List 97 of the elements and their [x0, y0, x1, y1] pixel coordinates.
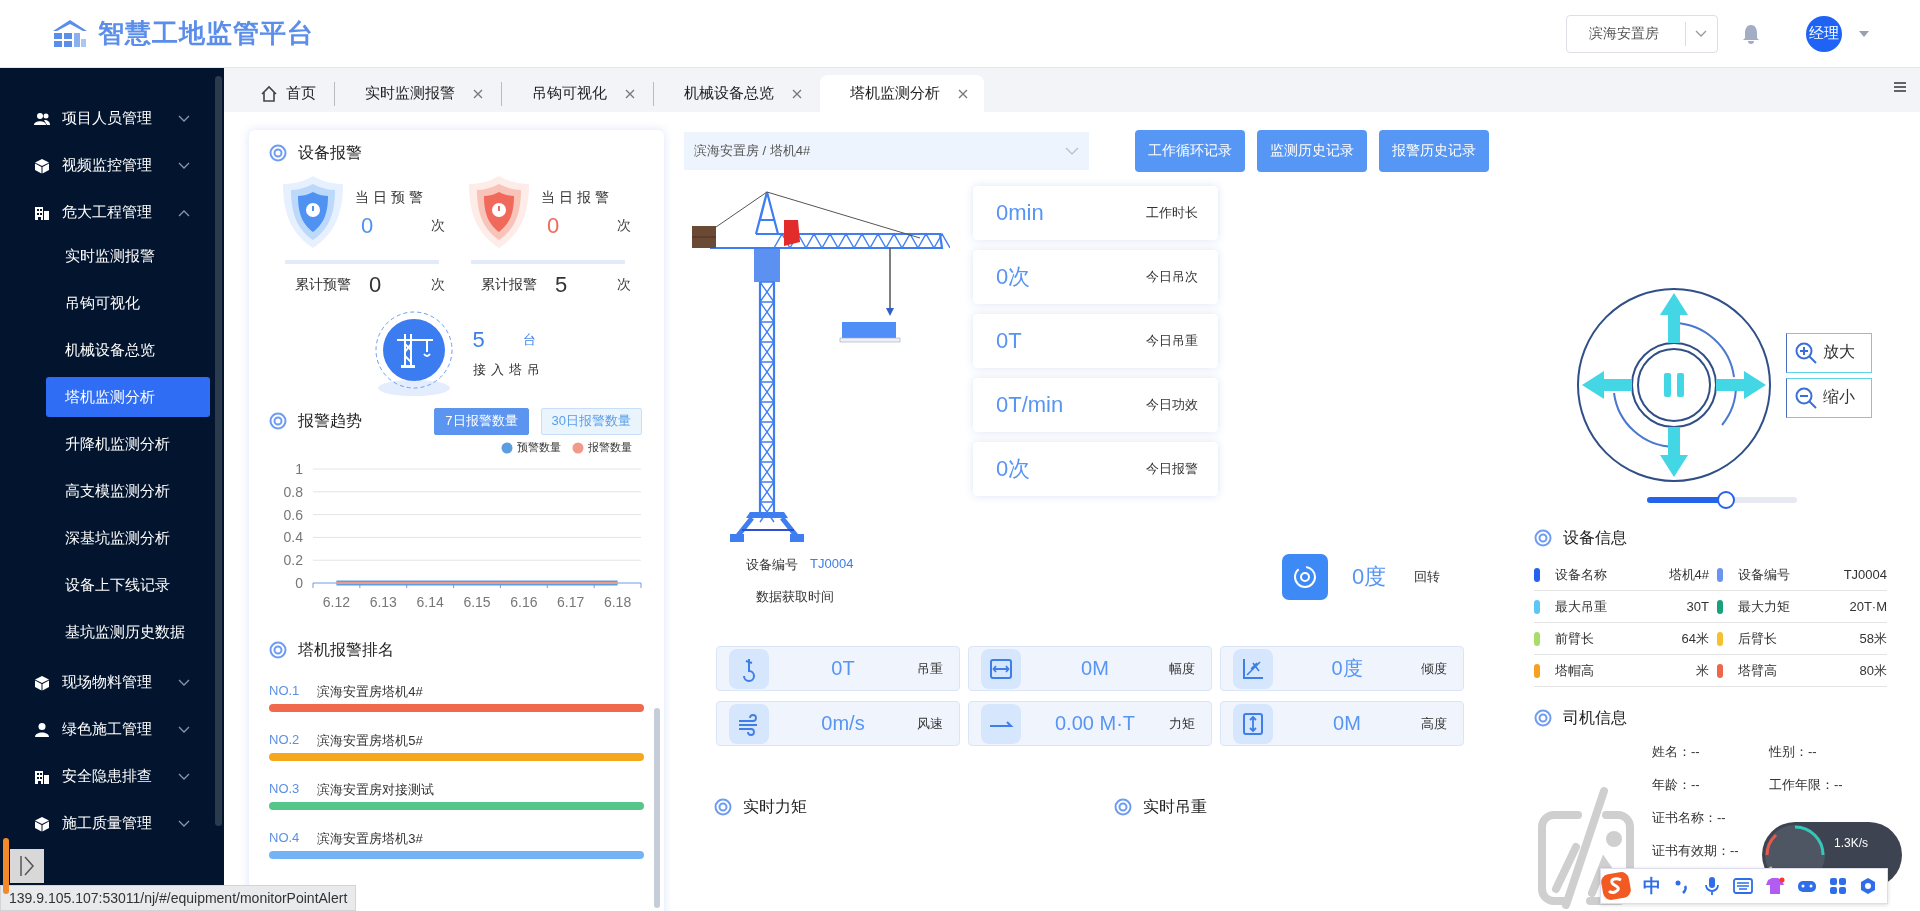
axis-tick-label: 6.18	[603, 594, 632, 610]
rank-number: NO.2	[269, 732, 300, 749]
metric-label: 幅度	[1169, 659, 1195, 678]
axis-tick-label: 6.12	[322, 594, 351, 610]
info-label: 塔臂高	[1738, 661, 1778, 680]
section-title: 实时吊重	[1143, 796, 1207, 817]
alarm-count: 0	[361, 213, 374, 239]
section-title: 实时力矩	[743, 796, 807, 817]
unit-label: 次	[431, 217, 445, 235]
info-value: 80米	[1859, 661, 1887, 680]
driver-field: 工作年限：--	[1769, 776, 1899, 794]
total-label: 累计报警	[481, 276, 538, 294]
info-label: 设备名称	[1555, 565, 1608, 584]
metric-label: 风速	[917, 714, 943, 733]
info-label: 设备编号	[1738, 565, 1791, 584]
legend-label: 报警数量	[588, 440, 632, 455]
info-value: 米	[1696, 661, 1709, 680]
stat-label: 今日功效	[1146, 396, 1198, 414]
info-label: 最大力矩	[1738, 597, 1791, 616]
axis-tick-label: 6.15	[463, 594, 491, 610]
crane-count: 5	[472, 327, 485, 353]
section-title: 报警趋势	[298, 410, 362, 431]
stat-value: 0T	[996, 328, 1022, 354]
alarm-count: 0	[547, 213, 560, 239]
device-code: TJ0004	[810, 556, 854, 573]
status-url: 139.9.105.107:53011/nj/#/equipment/monitorPointAlert	[0, 885, 357, 911]
info-value: 塔机4#	[1668, 565, 1709, 584]
info-value: 20T·M	[1849, 599, 1887, 614]
alarm-label: 当日预警	[355, 189, 428, 207]
driver-field: 性别：--	[1769, 743, 1899, 761]
device-code-label: 设备编号	[746, 556, 798, 574]
metric-value: 0.00 M·T	[1054, 712, 1136, 735]
crane-count-label: 接入塔吊	[472, 361, 545, 379]
unit-label: 次	[431, 276, 445, 294]
unit-label: 次	[617, 276, 631, 294]
stat-label: 今日报警	[1146, 460, 1198, 478]
alarm-label: 当日报警	[541, 189, 614, 207]
metric-value: 0m/s	[820, 712, 866, 735]
driver-field: 年龄：--	[1652, 776, 1769, 794]
metric-label: 吊重	[917, 659, 943, 678]
section-title: 司机信息	[1563, 707, 1627, 728]
stat-value: 0T/min	[996, 392, 1064, 418]
stat-label: 今日吊次	[1146, 268, 1198, 286]
metric-value: 0度	[1330, 656, 1364, 681]
axis-tick-label: 1	[295, 461, 303, 477]
rank-number: NO.4	[269, 830, 300, 847]
rank-number: NO.1	[269, 683, 300, 700]
metric-label: 力矩	[1169, 714, 1195, 733]
rank-name: 滨海安置房塔机4#	[317, 683, 423, 701]
info-label: 塔帽高	[1555, 661, 1595, 680]
total-count: 5	[554, 272, 569, 298]
rank-name: 滨海安置房塔机5#	[317, 732, 423, 750]
metric-value: 0M	[1332, 712, 1362, 735]
axis-tick-label: 0.6	[283, 506, 303, 523]
rank-number: NO.3	[269, 781, 300, 798]
info-value: 30T	[1686, 599, 1709, 614]
info-label: 前臂长	[1555, 629, 1595, 648]
rank-name: 滨海安置房对接测试	[317, 781, 435, 799]
data-time-label: 数据获取时间	[756, 588, 834, 606]
total-count: 0	[368, 272, 383, 298]
metric-label: 高度	[1421, 714, 1447, 733]
stat-label: 工作时长	[1146, 204, 1198, 222]
driver-field: 证书名称：--	[1652, 809, 1726, 827]
unit-label: 台	[522, 331, 536, 349]
section-title: 塔机报警排名	[298, 639, 394, 660]
unit-label: 次	[617, 217, 631, 235]
info-label: 最大吊重	[1555, 597, 1608, 616]
stat-value: 0次	[996, 263, 1031, 291]
info-value: TJ0004	[1843, 567, 1887, 582]
total-label: 累计预警	[295, 276, 352, 294]
network-speed: 1.3K/s	[1834, 836, 1869, 850]
section-title: 设备信息	[1563, 527, 1627, 548]
metric-value: 0M	[1080, 657, 1110, 680]
axis-tick-label: 0	[295, 575, 303, 591]
legend-label: 预警数量	[517, 440, 561, 455]
metric-value: 0T	[830, 657, 856, 680]
axis-tick-label: 6.13	[369, 594, 397, 610]
axis-tick-label: 6.17	[557, 594, 585, 610]
axis-tick-label: 0.8	[283, 483, 303, 500]
rotation-value: 0度	[1352, 563, 1387, 591]
info-value: 58米	[1859, 629, 1887, 648]
axis-tick-label: 0.2	[283, 552, 303, 569]
section-title: 设备报警	[298, 142, 362, 163]
rank-name: 滨海安置房塔机3#	[317, 830, 423, 848]
stat-label: 今日吊重	[1146, 332, 1198, 350]
info-value: 64米	[1681, 629, 1709, 648]
app-title: 智慧工地监管平台	[98, 17, 314, 50]
stat-value: 0次	[996, 455, 1031, 483]
axis-tick-label: 6.14	[416, 594, 444, 610]
rotation-label: 回转	[1414, 568, 1441, 586]
axis-tick-label: 0.4	[283, 529, 303, 546]
info-label: 后臂长	[1738, 629, 1778, 648]
stat-value: 0min	[996, 200, 1044, 226]
driver-field: 姓名：--	[1652, 743, 1769, 761]
axis-tick-label: 6.16	[510, 594, 538, 610]
metric-label: 倾度	[1421, 659, 1447, 678]
driver-field: 证书有效期：--	[1652, 842, 1739, 860]
